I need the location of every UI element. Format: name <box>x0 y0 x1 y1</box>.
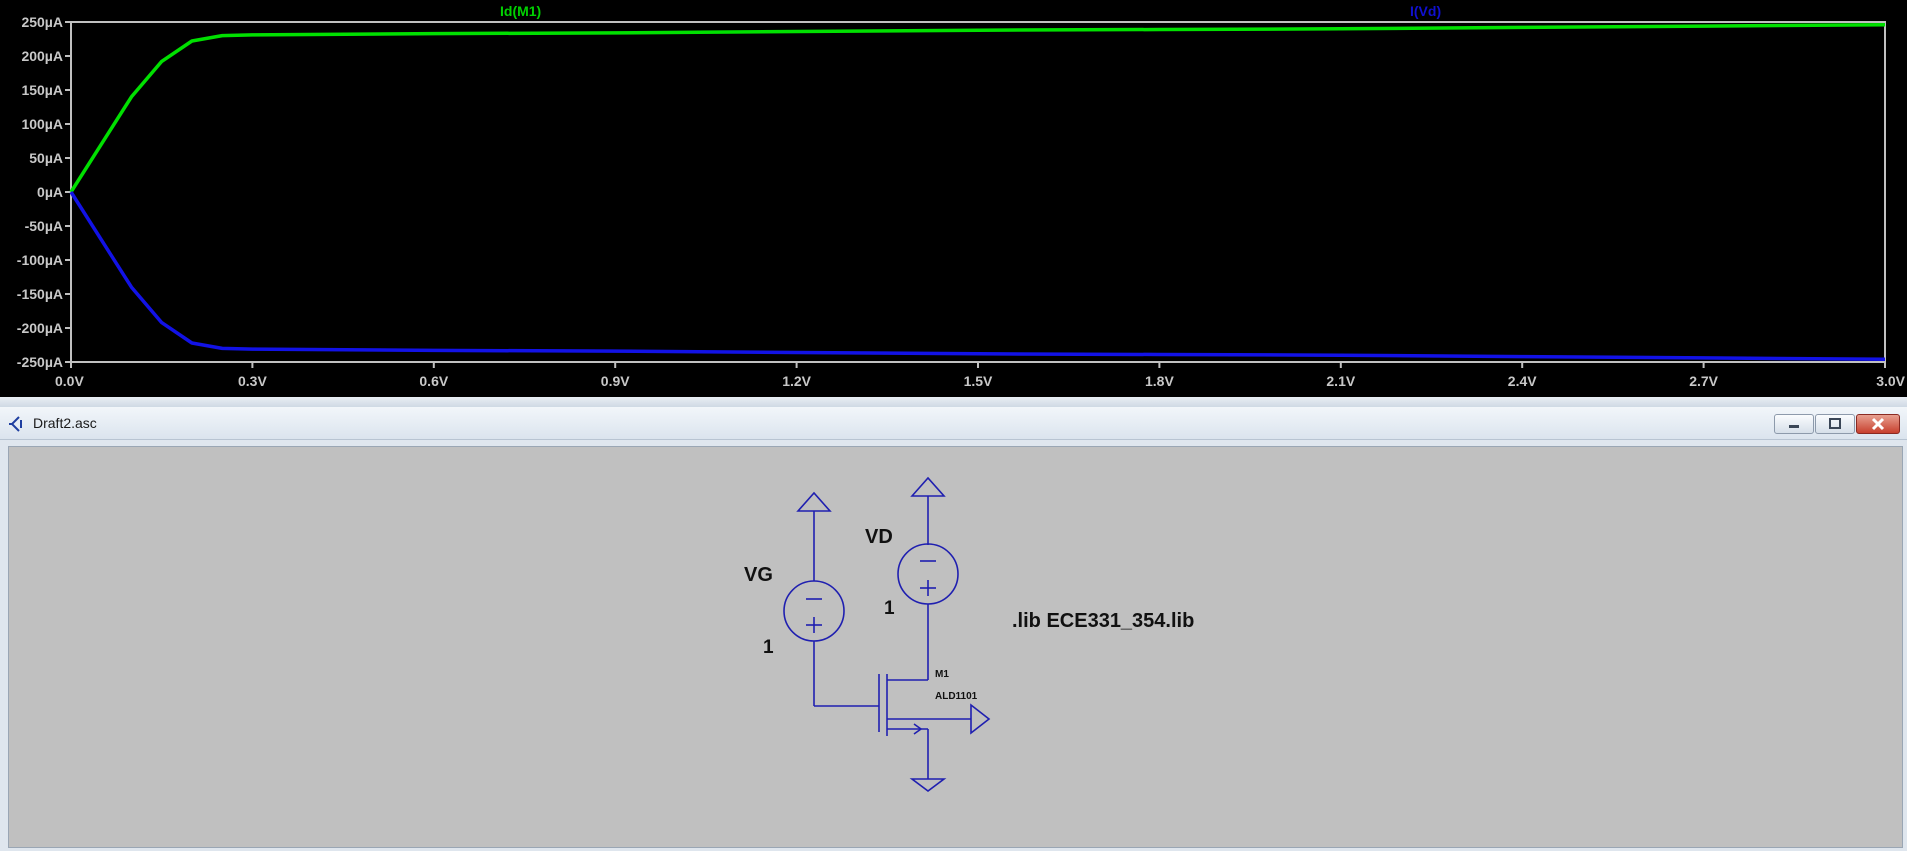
vd-supply-arrow <box>910 476 946 497</box>
plot-frame <box>70 21 1886 363</box>
y-tick-label: 150µA <box>21 82 63 98</box>
x-tick-label: 1.8V <box>1145 373 1174 389</box>
window-title: Draft2.asc <box>33 415 97 431</box>
trace-label-id-m1[interactable]: Id(M1) <box>500 3 541 19</box>
schematic-icon <box>9 416 22 432</box>
m1-model-label: ALD1101 <box>935 691 978 702</box>
schematic-canvas[interactable]: VG 1 VD 1 M1 ALD1101 .lib ECE331_354.lib <box>8 446 1903 848</box>
y-tick-label: 250µA <box>21 14 63 30</box>
x-tick-label: 1.5V <box>964 373 993 389</box>
vg-supply-arrow <box>796 491 832 512</box>
x-tick-label: 0.0V <box>55 373 84 389</box>
schematic-drawing[interactable]: VG 1 VD 1 M1 ALD1101 .lib ECE331_354.lib <box>9 447 1902 847</box>
y-tick-label: -250µA <box>17 354 63 370</box>
maximize-icon <box>1829 418 1841 429</box>
y-tick-label: -150µA <box>17 286 63 302</box>
minimize-button[interactable] <box>1774 414 1814 434</box>
trace-label-i-vd[interactable]: I(Vd) <box>1410 3 1441 19</box>
y-tick-label: -200µA <box>17 320 63 336</box>
waveform-plot[interactable]: 250µA 200µA 150µA 100µA 50µA 0µA -50µA -100µA -1… <box>0 0 1907 397</box>
vg-source[interactable] <box>783 491 879 707</box>
x-tick-label: 2.7V <box>1689 373 1718 389</box>
vd-value-label: 1 <box>884 598 895 619</box>
bulk-ground-arrow <box>970 703 991 735</box>
m1-name-label: M1 <box>935 669 949 680</box>
close-icon <box>1871 417 1885 431</box>
vd-name-label: VD <box>865 526 893 548</box>
y-tick-label: 50µA <box>29 150 63 166</box>
spice-directive[interactable]: .lib ECE331_354.lib <box>1012 610 1194 632</box>
schematic-titlebar[interactable]: Draft2.asc <box>0 407 1907 440</box>
close-button[interactable] <box>1856 414 1900 434</box>
y-tick-label: 100µA <box>21 116 63 132</box>
y-tick-label: -100µA <box>17 252 63 268</box>
x-tick-label: 0.6V <box>419 373 448 389</box>
waveform-pane[interactable]: 250µA 200µA 150µA 100µA 50µA 0µA -50µA -100µA -1… <box>0 0 1907 397</box>
vd-source[interactable] <box>887 476 959 681</box>
vg-value-label: 1 <box>763 637 774 658</box>
y-tick-label: -50µA <box>25 218 63 234</box>
x-tick-label: 3.0V <box>1876 373 1905 389</box>
ground-arrow <box>909 778 947 792</box>
x-tick-label: 2.1V <box>1326 373 1355 389</box>
vg-name-label: VG <box>744 564 773 586</box>
trace-id-m1[interactable] <box>69 22 1886 193</box>
pane-splitter[interactable] <box>0 397 1907 407</box>
x-tick-label: 1.2V <box>782 373 811 389</box>
x-tick-label: 0.9V <box>601 373 630 389</box>
schematic-window: Draft2.asc VG 1 VD 1 M1 ALD1101 .lib ECE… <box>0 407 1907 851</box>
y-tick-label: 0µA <box>37 184 63 200</box>
x-tick-label: 0.3V <box>238 373 267 389</box>
y-tick-label: 200µA <box>21 48 63 64</box>
minimize-icon <box>1789 425 1799 428</box>
trace-i-vd[interactable] <box>69 191 1886 362</box>
maximize-button[interactable] <box>1815 414 1855 434</box>
x-tick-label: 2.4V <box>1508 373 1537 389</box>
